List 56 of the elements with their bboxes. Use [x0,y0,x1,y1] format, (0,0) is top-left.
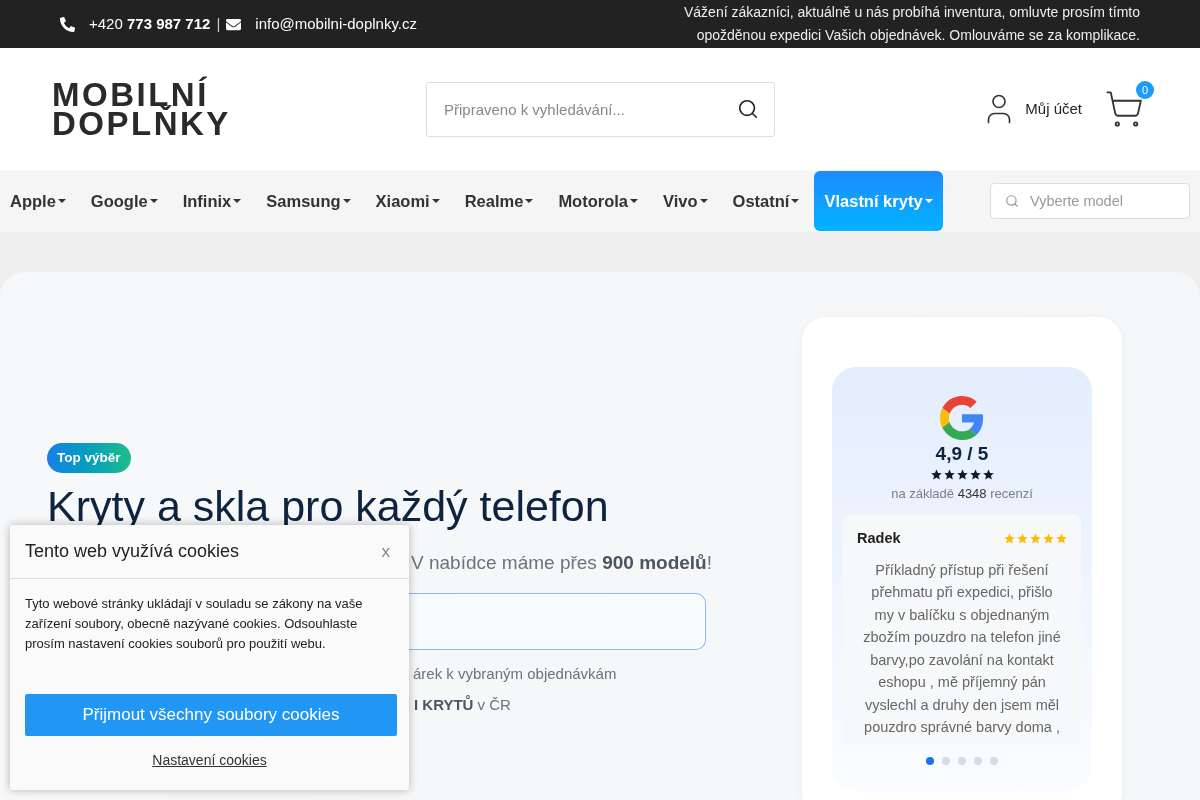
notice-text: Vážení zákazníci, aktuálně u nás probíhá inventura, omluvte prosím tímto opožděnou expedici Vašich objednávek. Omlouváme se za komplikace. [682,3,1140,45]
star-icon [930,469,942,480]
phone-number[interactable]: +420 773 987 712 [89,12,211,36]
phone-icon [60,16,75,32]
category-tab[interactable]: Google [80,171,168,231]
category-tab[interactable]: Realme [454,171,544,231]
caret-icon [342,199,351,203]
input-field[interactable] [409,593,706,650]
search-icon[interactable] [737,97,759,120]
caret-icon [431,199,440,203]
covers-note: I KRYTŮ v ČR [414,695,512,715]
category-tab[interactable]: Infinix [172,171,252,231]
category-tab[interactable]: Apple [0,171,76,231]
close-button[interactable]: x [377,538,394,565]
caret-icon [149,199,158,203]
rating-score: 4,9 / 5 [935,442,989,466]
star-icon [1017,533,1028,545]
email-link[interactable]: info@mobilni-doplnky.cz [255,12,417,36]
star-icon [943,469,955,480]
mail-icon [226,16,242,32]
hero-subtitle: V nabídce máme přes 900 modelů! [411,551,713,575]
cookie-settings-link[interactable]: Nastavení cookies [152,750,267,770]
cookie-text: Tyto webové stránky ukládají v souladu se zákony na vaše zařízení soubory, obecně nazývané cookies. Odsouhlaste prosím nastavení cookies souborů pro použití webu. [24,595,364,653]
caret-icon [630,199,639,203]
review-text: Příkladný přístup při řešení přehmatu při expedici, přišlo my v balíčku s objednaným zbožím pouzdro na telefon jiné barvy,po zavolání na kontakt eshopu , mě příjemný pán vyslechl a druhy den jsem měl pouzdro správné barvy doma , [862,560,1062,738]
star-icon [1043,533,1054,545]
separator: | [216,13,221,34]
google-g-logo [940,396,984,440]
category-tab[interactable]: Samsung [256,171,361,231]
account-link[interactable]: Můj účet [981,91,1082,127]
search-field[interactable]: Připraveno k vyhledávání... [426,81,775,137]
cookie-dialog-title: Tento web využívá cookies [25,540,240,563]
caret-icon [233,199,242,203]
caret-icon [699,199,708,203]
star-icon [1004,533,1015,545]
model-search-field[interactable]: Vyberte model [990,183,1190,219]
star-icon [956,469,968,480]
top-pick-badge: Top výběr [47,443,131,473]
cart-count-badge: 0 [1136,81,1154,99]
category-tab[interactable]: Vivo [653,171,718,231]
review-author: Radek [857,529,901,548]
caret-icon [57,199,66,203]
caret-icon [791,199,800,203]
search-icon [1005,194,1019,208]
caret-icon [924,199,933,203]
category-tab[interactable]: Ostatní [722,171,810,231]
star-icon [969,469,981,480]
review-count: na základě 4348 recenzí [891,485,1033,503]
cart-icon[interactable] [1104,89,1144,129]
star-icon [982,469,994,480]
category-tab[interactable]: Xiaomi [365,171,450,231]
star-icon [1056,533,1067,545]
category-tab[interactable]: Motorola [548,171,649,231]
star-icon [1030,533,1041,545]
caret-icon [525,199,534,203]
gift-note: árek k vybraným objednávkám [413,664,618,684]
